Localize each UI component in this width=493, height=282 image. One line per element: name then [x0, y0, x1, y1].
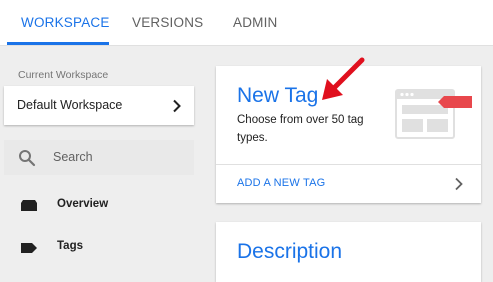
sidebar-item-overview[interactable]: Overview	[0, 190, 200, 222]
tag-illustration-icon	[395, 89, 472, 139]
annotation-arrow-icon	[322, 57, 365, 100]
tab-versions[interactable]: VERSIONS	[132, 0, 203, 45]
new-tag-title[interactable]: New Tag	[237, 84, 318, 108]
top-tab-bar: WORKSPACE VERSIONS ADMIN	[0, 0, 493, 46]
search-input[interactable]: Search	[4, 140, 194, 175]
workspace-selector[interactable]: Default Workspace	[4, 86, 194, 125]
new-tag-description: Choose from over 50 tag types.	[237, 114, 364, 144]
search-placeholder: Search	[53, 150, 93, 164]
tag-icon	[21, 243, 37, 253]
search-icon	[19, 150, 36, 167]
current-workspace-label: Current Workspace	[18, 69, 109, 81]
description-title: Description	[237, 240, 343, 263]
tab-workspace[interactable]: WORKSPACE	[21, 0, 110, 45]
sidebar-item-label: Tags	[57, 240, 83, 252]
sidebar-item-label: Overview	[57, 198, 109, 210]
card-divider	[216, 164, 481, 165]
description-card: Description	[216, 222, 481, 282]
chevron-right-icon[interactable]	[454, 177, 464, 191]
sidebar: Current Workspace Default Workspace Sear…	[0, 46, 205, 278]
add-new-tag-link[interactable]: ADD A NEW TAG	[237, 177, 325, 189]
chevron-right-icon	[173, 99, 181, 113]
folder-icon	[21, 200, 37, 211]
active-tab-indicator	[7, 42, 109, 45]
sidebar-item-tags[interactable]: Tags	[0, 232, 200, 264]
workspace-name: Default Workspace	[17, 98, 123, 112]
tab-admin[interactable]: ADMIN	[233, 0, 278, 45]
